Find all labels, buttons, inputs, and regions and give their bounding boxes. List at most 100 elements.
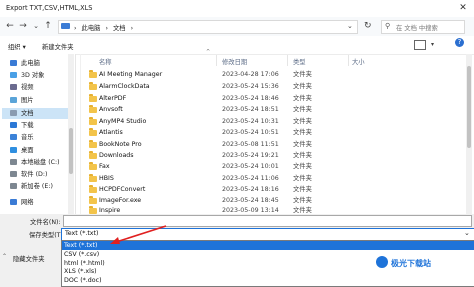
help-icon[interactable]: ? (455, 38, 464, 47)
chevron-down-icon[interactable]: ⌄ (464, 229, 470, 237)
sidebar-item-music[interactable]: 音乐 (10, 132, 34, 143)
breadcrumb-documents[interactable]: 文档 (113, 25, 126, 32)
column-separator (287, 55, 288, 66)
folder-icon (89, 196, 97, 204)
filetype-option[interactable]: XLS (*.xls) (64, 267, 97, 276)
folder-icon (89, 174, 97, 182)
filetype-selected-value: Text (*.txt) (65, 230, 99, 237)
column-header-type[interactable]: 类型 (293, 57, 306, 66)
folder-icon (89, 94, 97, 102)
file-row-type: 文件夹 (293, 163, 312, 170)
filetype-label: 保存类型(T): (29, 232, 66, 239)
file-row-name[interactable]: AlterPDF (99, 93, 126, 104)
drive-icon (10, 159, 17, 165)
sidebar-item-this-pc[interactable]: 此电脑 (10, 58, 40, 69)
sidebar-item-drive-e[interactable]: 新加卷 (E:) (10, 181, 53, 192)
file-row-type: 文件夹 (293, 71, 312, 78)
column-header-date[interactable]: 修改日期 (222, 57, 247, 66)
document-icon (10, 110, 17, 116)
file-row-date: 2023-05-24 18:16 (222, 186, 279, 193)
column-separator (216, 55, 217, 66)
file-row-date: 2023-05-24 15:36 (222, 83, 279, 90)
sidebar-item-pictures[interactable]: 图片 (10, 95, 34, 106)
breadcrumb-this-pc[interactable]: 此电脑 (82, 25, 101, 32)
file-row-name[interactable]: Anvsoft (99, 104, 123, 115)
breadcrumb-separator: › (130, 25, 134, 32)
file-row-name[interactable]: Downloads (99, 150, 134, 161)
watermark-logo-icon (376, 256, 388, 268)
download-icon (10, 122, 17, 128)
computer-icon (10, 60, 17, 66)
breadcrumb[interactable]: › 此电脑 › 文档 › (74, 23, 133, 32)
file-row-date: 2023-05-24 18:46 (222, 95, 279, 102)
filetype-option[interactable]: DOC (*.doc) (64, 276, 102, 285)
view-dropdown-icon[interactable]: ▾ (431, 41, 434, 48)
refresh-icon[interactable]: ↻ (364, 21, 372, 31)
drive-icon (10, 171, 17, 177)
file-row-date: 2023-05-24 10:51 (222, 129, 279, 136)
close-icon[interactable]: ✕ (458, 3, 468, 13)
computer-icon (61, 23, 70, 29)
folder-icon (89, 151, 97, 159)
file-row-name[interactable]: AlarmClockData (99, 81, 150, 92)
folder-icon (89, 105, 97, 113)
sidebar-item-downloads[interactable]: 下载 (10, 120, 34, 131)
file-row-name[interactable]: Fax (99, 161, 110, 172)
file-row-date: 2023-05-24 18:51 (222, 106, 279, 113)
sidebar-scrollbar-thumb[interactable] (69, 128, 73, 174)
watermark-text: 极光下载站 (391, 259, 431, 268)
file-row-type: 文件夹 (293, 129, 312, 136)
network-icon (10, 199, 17, 205)
file-row-name[interactable]: HBIS (99, 173, 114, 184)
file-row-name[interactable]: HCPDFConvert (99, 184, 145, 195)
recent-chevron-icon[interactable]: ⌄ (31, 21, 41, 31)
filetype-option[interactable]: CSV (*.csv) (64, 250, 99, 259)
new-folder-button[interactable]: 新建文件夹 (42, 42, 73, 51)
sidebar-item-network[interactable]: 网络 (10, 197, 34, 208)
column-header-size[interactable]: 大小 (352, 57, 365, 66)
sidebar-item-drive-d[interactable]: 软件 (D:) (10, 169, 47, 180)
desktop-icon (10, 147, 17, 153)
sidebar-item-documents[interactable]: 文档 (10, 108, 34, 119)
filename-label: 文件名(N): (30, 219, 61, 226)
column-header-name[interactable]: 名称 (99, 57, 112, 66)
file-row-name[interactable]: BookNote Pro (99, 139, 142, 150)
up-arrow-icon[interactable]: ↑ (43, 21, 53, 31)
picture-icon (10, 97, 17, 103)
organize-button[interactable]: 组织 ▾ (8, 42, 26, 51)
breadcrumb-separator: › (74, 25, 77, 32)
file-row-type: 文件夹 (293, 106, 312, 113)
search-icon: ⚲ (385, 22, 391, 30)
cube-icon (10, 72, 17, 78)
window-title: Export TXT,CSV,HTML,XLS (6, 4, 93, 12)
forward-arrow-icon[interactable]: → (18, 21, 28, 31)
file-row-name[interactable]: AI Meeting Manager (99, 69, 162, 80)
file-row-name[interactable]: AnyMP4 Studio (99, 116, 146, 127)
breadcrumb-separator: › (105, 25, 108, 32)
hide-folders-chevron-icon[interactable]: ⌃ (2, 253, 7, 260)
search-placeholder: 在 文档 中搜索 (396, 25, 438, 32)
back-arrow-icon[interactable]: ← (5, 21, 15, 31)
file-row-date: 2023-05-24 10:31 (222, 118, 279, 125)
file-row-name[interactable]: Atlantis (99, 127, 123, 138)
file-row-date: 2023-05-24 11:06 (222, 175, 279, 182)
sidebar-item-drive-c[interactable]: 本地磁盘 (C:) (10, 157, 60, 168)
view-options-icon[interactable] (414, 40, 426, 50)
hide-folders-button[interactable]: 隐藏文件夹 (13, 254, 44, 263)
sidebar-item-videos[interactable]: 视频 (10, 82, 34, 93)
annotation-arrow-icon (110, 225, 167, 244)
video-icon (10, 84, 17, 90)
filetype-option[interactable]: Text (*.txt) (64, 241, 97, 250)
file-row-date: 2023-05-24 19:21 (222, 152, 279, 159)
folder-icon (89, 117, 97, 125)
sidebar-item-3d-objects[interactable]: 3D 对象 (10, 70, 44, 81)
file-row-type: 文件夹 (293, 141, 312, 148)
address-dropdown-icon[interactable]: ⌄ (347, 22, 353, 30)
folder-icon (89, 82, 97, 90)
sidebar-item-desktop[interactable]: 桌面 (10, 145, 34, 156)
file-row-date: 2023-05-08 11:51 (222, 141, 279, 148)
file-list-scrollbar-thumb[interactable] (467, 66, 471, 148)
pane-divider (80, 54, 81, 214)
column-separator (348, 55, 349, 66)
folder-icon (89, 185, 97, 193)
